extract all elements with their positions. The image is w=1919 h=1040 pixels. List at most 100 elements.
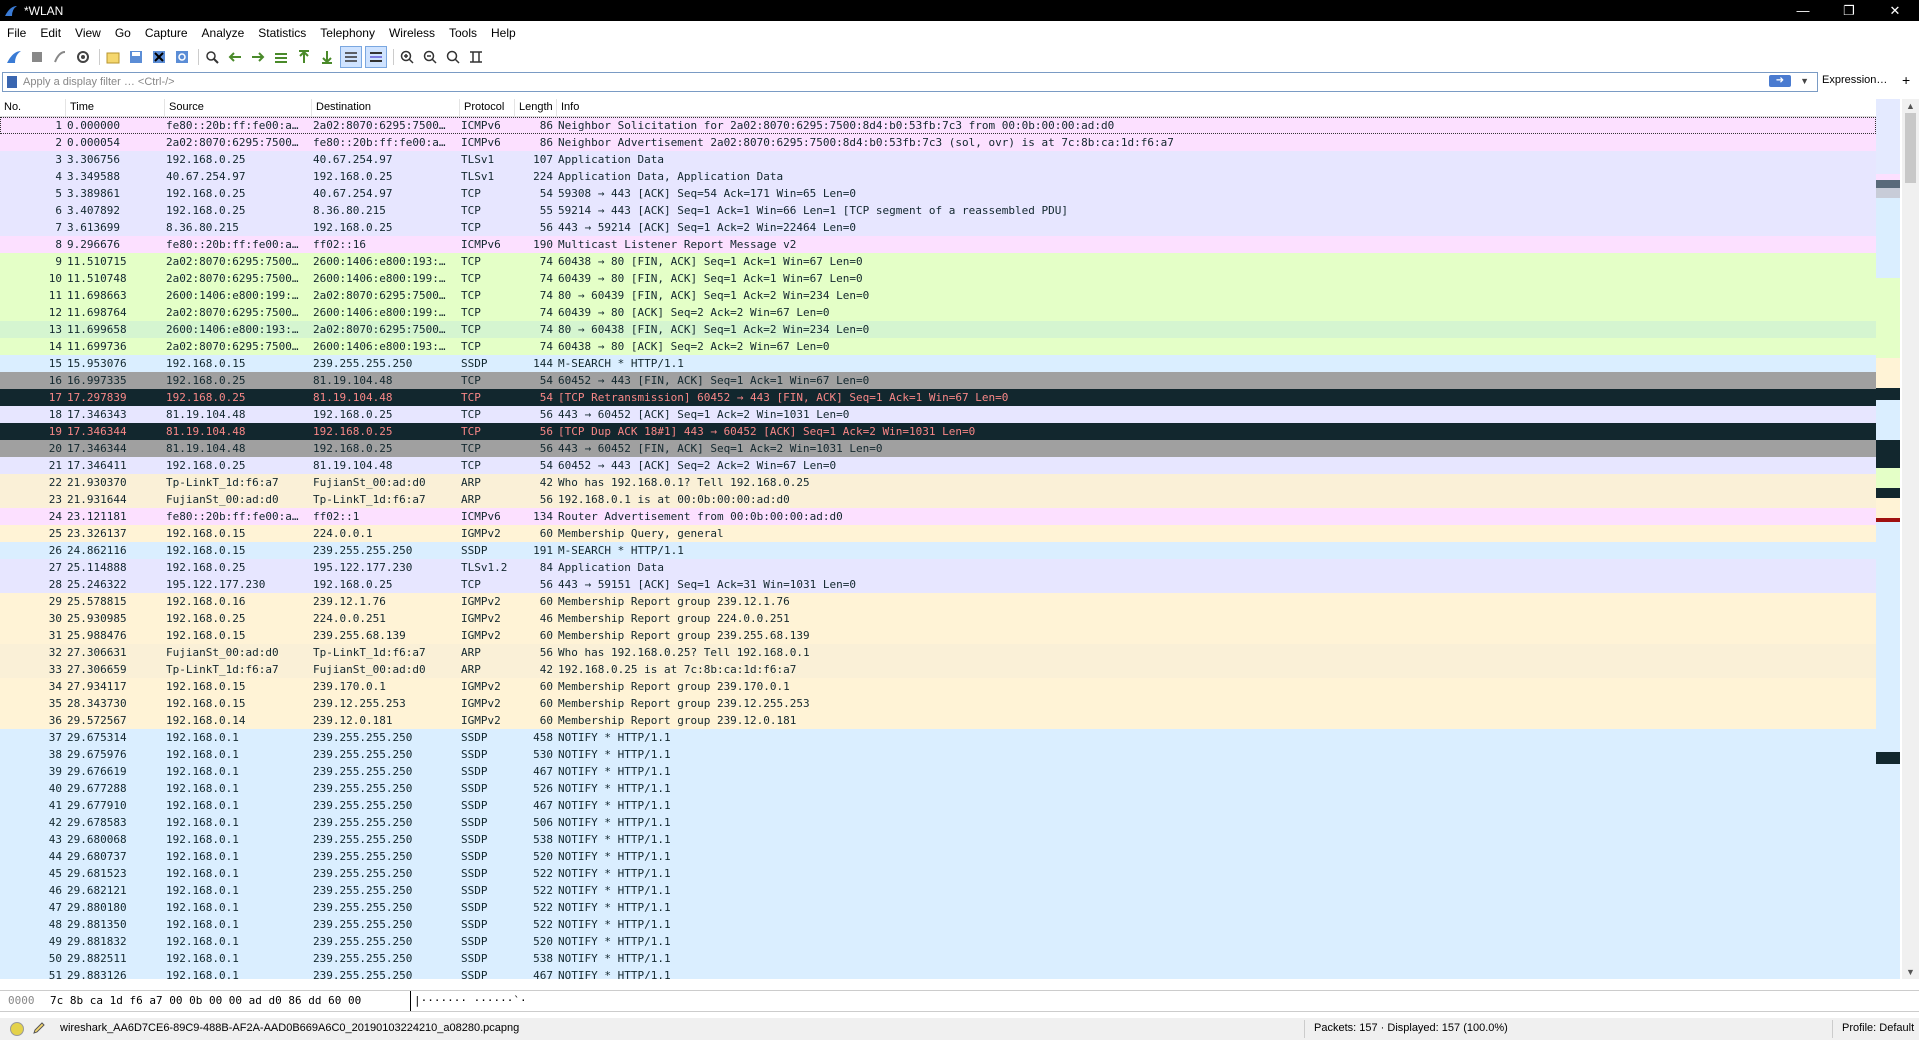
packet-row[interactable]: 31 25.988476 192.168.0.15 239.255.68.139 IGM… [0, 627, 1876, 644]
resize-columns-icon[interactable] [466, 47, 486, 67]
packet-row[interactable]: 18 17.346343 81.19.104.48 192.168.0.25 TCP 56… [0, 406, 1876, 423]
restart-icon[interactable] [50, 47, 70, 67]
packet-row[interactable]: 13 11.699658 2600:1406:e800:193:… 2a02:8070… [0, 321, 1876, 338]
minimize-button[interactable]: — [1780, 0, 1826, 21]
packet-row[interactable]: 7 3.613699 8.36.80.215 192.168.0.25 TCP 56 443… [0, 219, 1876, 236]
packet-row[interactable]: 40 29.677288 192.168.0.1 239.255.255.250 SSD… [0, 780, 1876, 797]
packet-row[interactable]: 17 17.297839 192.168.0.25 81.19.104.48 TCP 54… [0, 389, 1876, 406]
reload-file-icon[interactable] [172, 47, 192, 67]
autoscroll-icon[interactable] [340, 46, 362, 68]
menu-view[interactable]: View [68, 22, 108, 44]
menu-wireless[interactable]: Wireless [382, 22, 442, 44]
zoom-normal-icon[interactable] [443, 47, 463, 67]
go-first-icon[interactable] [294, 47, 314, 67]
packet-row[interactable]: 48 29.881350 192.168.0.1 239.255.255.250 SSD… [0, 916, 1876, 933]
menu-analyze[interactable]: Analyze [195, 22, 252, 44]
packet-row[interactable]: 32 27.306631 FujianSt_00:ad:d0 Tp-LinkT_1d:… [0, 644, 1876, 661]
packet-row[interactable]: 8 9.296676 fe80::20b:ff:fe00:a… ff02::16 ICM… [0, 236, 1876, 253]
packet-row[interactable]: 11 11.698663 2600:1406:e800:199:… 2a02:8070… [0, 287, 1876, 304]
go-forward-icon[interactable] [248, 47, 268, 67]
stop-icon[interactable] [27, 47, 47, 67]
go-back-icon[interactable] [225, 47, 245, 67]
open-file-icon[interactable] [103, 47, 123, 67]
go-last-icon[interactable] [317, 47, 337, 67]
restore-button[interactable]: ❐ [1826, 0, 1872, 21]
packet-row[interactable]: 12 11.698764 2a02:8070:6295:7500… 2600:1406… [0, 304, 1876, 321]
packet-row[interactable]: 15 15.953076 192.168.0.15 239.255.255.250 SS… [0, 355, 1876, 372]
menu-edit[interactable]: Edit [33, 22, 68, 44]
column-header-time[interactable]: Time [66, 99, 165, 116]
packet-row[interactable]: 49 29.881832 192.168.0.1 239.255.255.250 SSD… [0, 933, 1876, 950]
capture-comment-icon[interactable] [32, 1021, 46, 1035]
zoom-out-icon[interactable] [420, 47, 440, 67]
packet-row[interactable]: 26 24.862116 192.168.0.15 239.255.255.250 SS… [0, 542, 1876, 559]
packet-minimap[interactable] [1876, 99, 1900, 979]
packet-row[interactable]: 2 0.000054 2a02:8070:6295:7500… fe80::20b:f… [0, 134, 1876, 151]
packet-row[interactable]: 21 17.346411 192.168.0.25 81.19.104.48 TCP 54… [0, 457, 1876, 474]
packet-row[interactable]: 4 3.349588 40.67.254.97 192.168.0.25 TLSv1 22… [0, 168, 1876, 185]
column-header-no[interactable]: No. [0, 99, 66, 116]
menu-tools[interactable]: Tools [442, 22, 484, 44]
close-button[interactable]: ✕ [1872, 0, 1918, 21]
save-file-icon[interactable] [126, 47, 146, 67]
packet-row[interactable]: 27 25.114888 192.168.0.25 195.122.177.230 TL… [0, 559, 1876, 576]
packet-row[interactable]: 30 25.930985 192.168.0.25 224.0.0.251 IGMPv2… [0, 610, 1876, 627]
packet-row[interactable]: 44 29.680737 192.168.0.1 239.255.255.250 SSD… [0, 848, 1876, 865]
packet-row[interactable]: 33 27.306659 Tp-LinkT_1d:f6:a7 FujianSt_00:… [0, 661, 1876, 678]
packet-row[interactable]: 42 29.678583 192.168.0.1 239.255.255.250 SSD… [0, 814, 1876, 831]
go-to-packet-icon[interactable] [271, 47, 291, 67]
packet-row[interactable]: 14 11.699736 2a02:8070:6295:7500… 2600:1406… [0, 338, 1876, 355]
packet-row[interactable]: 51 29.883126 192.168.0.1 239.255.255.250 SSD… [0, 967, 1876, 979]
menu-go[interactable]: Go [108, 22, 138, 44]
packet-row[interactable]: 6 3.407892 192.168.0.25 8.36.80.215 TCP 55 592… [0, 202, 1876, 219]
colorize-icon[interactable] [365, 46, 387, 68]
packet-row[interactable]: 22 21.930370 Tp-LinkT_1d:f6:a7 FujianSt_00:… [0, 474, 1876, 491]
hex-bytes[interactable]: 7c 8b ca 1d f6 a7 00 0b 00 00 ad d0 86 d… [50, 991, 361, 1011]
column-header-source[interactable]: Source [165, 99, 312, 116]
menu-telephony[interactable]: Telephony [313, 22, 382, 44]
expert-info-led-icon[interactable] [10, 1022, 24, 1036]
capture-options-icon[interactable] [73, 47, 93, 67]
add-filter-button[interactable]: + [1902, 72, 1910, 88]
packet-row[interactable]: 41 29.677910 192.168.0.1 239.255.255.250 SSD… [0, 797, 1876, 814]
packet-row[interactable]: 45 29.681523 192.168.0.1 239.255.255.250 SSD… [0, 865, 1876, 882]
column-header-length[interactable]: Length [515, 99, 557, 116]
expression-button[interactable]: Expression… [1822, 74, 1887, 86]
packet-row[interactable]: 47 29.880180 192.168.0.1 239.255.255.250 SSD… [0, 899, 1876, 916]
profile-indicator[interactable]: Profile: Default [1842, 1022, 1914, 1034]
zoom-in-icon[interactable] [397, 47, 417, 67]
packet-row[interactable]: 16 16.997335 192.168.0.25 81.19.104.48 TCP 54… [0, 372, 1876, 389]
menu-file[interactable]: File [0, 22, 33, 44]
packet-row[interactable]: 50 29.882511 192.168.0.1 239.255.255.250 SSD… [0, 950, 1876, 967]
packet-row[interactable]: 1 0.000000 fe80::20b:ff:fe00:a… 2a02:8070:6… [0, 117, 1876, 134]
packet-row[interactable]: 28 25.246322 195.122.177.230 192.168.0.25 TC… [0, 576, 1876, 593]
packet-list-scrollbar[interactable]: ▲ ▼ [1902, 99, 1919, 979]
menu-help[interactable]: Help [484, 22, 523, 44]
packet-row[interactable]: 37 29.675314 192.168.0.1 239.255.255.250 SSD… [0, 729, 1876, 746]
find-packet-icon[interactable] [202, 47, 222, 67]
hex-ascii[interactable]: |······· ······`· [410, 991, 527, 1011]
packet-row[interactable]: 43 29.680068 192.168.0.1 239.255.255.250 SSD… [0, 831, 1876, 848]
bookmark-icon[interactable] [7, 76, 17, 88]
packet-row[interactable]: 9 11.510715 2a02:8070:6295:7500… 2600:1406:… [0, 253, 1876, 270]
apply-filter-arrow-icon[interactable]: ➜ [1769, 75, 1791, 87]
packet-row[interactable]: 35 28.343730 192.168.0.15 239.12.255.253 IGM… [0, 695, 1876, 712]
packet-row[interactable]: 19 17.346344 81.19.104.48 192.168.0.25 TCP 56… [0, 423, 1876, 440]
scroll-up-icon[interactable]: ▲ [1906, 101, 1915, 111]
column-header-destination[interactable]: Destination [312, 99, 460, 116]
menu-statistics[interactable]: Statistics [251, 22, 313, 44]
column-header-protocol[interactable]: Protocol [460, 99, 515, 116]
packet-row[interactable]: 23 21.931644 FujianSt_00:ad:d0 Tp-LinkT_1d:… [0, 491, 1876, 508]
close-file-icon[interactable] [149, 47, 169, 67]
chevron-down-icon[interactable]: ▼ [1800, 76, 1809, 86]
packet-row[interactable]: 29 25.578815 192.168.0.16 239.12.1.76 IGMPv2… [0, 593, 1876, 610]
packet-row[interactable]: 3 3.306756 192.168.0.25 40.67.254.97 TLSv1 10… [0, 151, 1876, 168]
packet-row[interactable]: 39 29.676619 192.168.0.1 239.255.255.250 SSD… [0, 763, 1876, 780]
display-filter-input[interactable]: Apply a display filter … <Ctrl-/> ➜ ▼ [2, 72, 1818, 92]
scrollbar-thumb[interactable] [1905, 113, 1916, 183]
packet-row[interactable]: 34 27.934117 192.168.0.15 239.170.0.1 IGMPv2… [0, 678, 1876, 695]
shark-fin-start-icon[interactable] [4, 47, 24, 67]
packet-row[interactable]: 38 29.675976 192.168.0.1 239.255.255.250 SSD… [0, 746, 1876, 763]
packet-row[interactable]: 5 3.389861 192.168.0.25 40.67.254.97 TCP 54 59… [0, 185, 1876, 202]
scroll-down-icon[interactable]: ▼ [1906, 967, 1915, 977]
